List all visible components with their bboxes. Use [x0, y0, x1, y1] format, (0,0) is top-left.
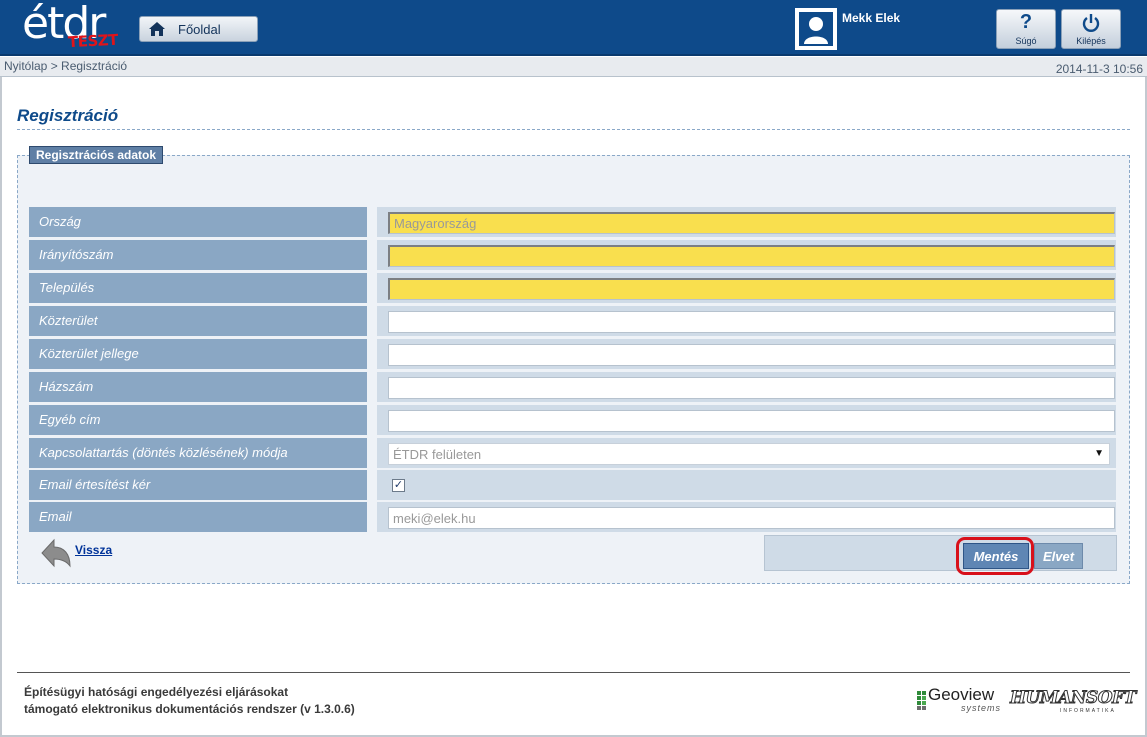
field-label: Közterület [29, 306, 367, 336]
page-title: Regisztráció [17, 106, 119, 125]
home-icon [149, 22, 165, 36]
save-highlight-ring [956, 537, 1034, 575]
form-row-zip: Irányítószám [29, 240, 1116, 270]
humansoft-sub: INFORMATIKA [1060, 708, 1116, 714]
home-button-label: Főoldal [178, 22, 221, 37]
help-button-label: Súgó [1015, 36, 1037, 46]
humansoft-name: HUMANSOFT [1010, 688, 1137, 709]
footer-description: Építésügyi hatósági engedélyezési eljárá… [24, 684, 355, 718]
breadcrumb-bar: Nyitólap > Regisztráció 2014-11-3 10:56 [0, 57, 1147, 77]
field-label: Email [29, 502, 367, 532]
field-label: Email értesítést kér [29, 470, 367, 500]
back-link[interactable]: Vissza [75, 543, 112, 557]
select-value: ÉTDR felületen [393, 447, 482, 462]
field-label: Egyéb cím [29, 405, 367, 435]
power-icon [1062, 11, 1120, 39]
user-name: Mekk Elek [842, 11, 901, 25]
app-header: étdr TESZT Főoldal Mekk Elek ? Súgó Kilé… [0, 0, 1147, 56]
fieldset-legend: Regisztrációs adatok [29, 146, 164, 164]
form-row-street-type: Közterület jellege [29, 339, 1116, 369]
country-input[interactable] [388, 212, 1115, 234]
geoview-sub: systems [961, 703, 1002, 713]
field-cell: ✓ [377, 470, 1116, 500]
zip-input[interactable] [388, 245, 1115, 267]
street-input[interactable] [388, 311, 1115, 333]
datetime: 2014-11-3 10:56 [1055, 62, 1143, 76]
field-cell [377, 372, 1116, 402]
user-icon [799, 12, 833, 46]
form-row-city: Település [29, 273, 1116, 303]
field-cell [377, 306, 1116, 336]
field-cell [377, 502, 1116, 532]
form-row-house-number: Házszám [29, 372, 1116, 402]
form-row-contact-mode: Kapcsolattartás (döntés közlésének) módj… [29, 438, 1116, 468]
field-label: Közterület jellege [29, 339, 367, 369]
logout-button[interactable]: Kilépés [1061, 9, 1121, 49]
logo-test-badge: TESZT [67, 30, 119, 52]
field-label: Kapcsolattartás (döntés közlésének) módj… [29, 438, 367, 468]
form-row-email-notify: Email értesítést kér ✓ [29, 470, 1116, 500]
city-input[interactable] [388, 278, 1115, 300]
field-cell [377, 339, 1116, 369]
field-label: Házszám [29, 372, 367, 402]
field-label: Ország [29, 207, 367, 237]
reject-button[interactable]: Elvet [1034, 543, 1083, 569]
humansoft-logo: HUMANSOFT INFORMATIKA [1010, 688, 1137, 716]
email-input[interactable] [388, 507, 1115, 529]
chevron-down-icon: ▼ [1094, 448, 1104, 459]
form-row-street: Közterület [29, 306, 1116, 336]
title-divider [17, 129, 1130, 130]
house-number-input[interactable] [388, 377, 1115, 399]
field-cell [377, 273, 1116, 303]
other-address-input[interactable] [388, 410, 1115, 432]
form-row-other-address: Egyéb cím [29, 405, 1116, 435]
home-button[interactable]: Főoldal [139, 16, 258, 42]
etdr-logo[interactable]: étdr TESZT [22, 0, 122, 52]
contact-mode-select[interactable]: ÉTDR felületen ▼ [388, 443, 1110, 465]
back-arrow-icon[interactable] [40, 538, 72, 568]
field-label: Irányítószám [29, 240, 367, 270]
geoview-mark-icon [917, 691, 926, 710]
logout-button-label: Kilépés [1076, 36, 1106, 46]
question-icon: ? [1019, 11, 1033, 33]
email-notify-checkbox[interactable]: ✓ [392, 479, 405, 492]
field-cell: ÉTDR felületen ▼ [377, 438, 1116, 468]
field-cell [377, 207, 1116, 237]
field-cell [377, 240, 1116, 270]
geoview-name: Geoview [928, 685, 995, 704]
street-type-input[interactable] [388, 344, 1115, 366]
footer-line-1: Építésügyi hatósági engedélyezési eljárá… [24, 685, 289, 699]
field-cell [377, 405, 1116, 435]
footer-divider [17, 672, 1130, 673]
avatar[interactable] [795, 8, 837, 50]
breadcrumb[interactable]: Nyitólap > Regisztráció [4, 59, 127, 73]
field-label: Település [29, 273, 367, 303]
form-row-email: Email [29, 502, 1116, 532]
help-button[interactable]: ? Súgó [996, 9, 1056, 49]
form-row-country: Ország [29, 207, 1116, 237]
footer-line-2: támogató elektronikus dokumentációs rend… [24, 702, 355, 716]
